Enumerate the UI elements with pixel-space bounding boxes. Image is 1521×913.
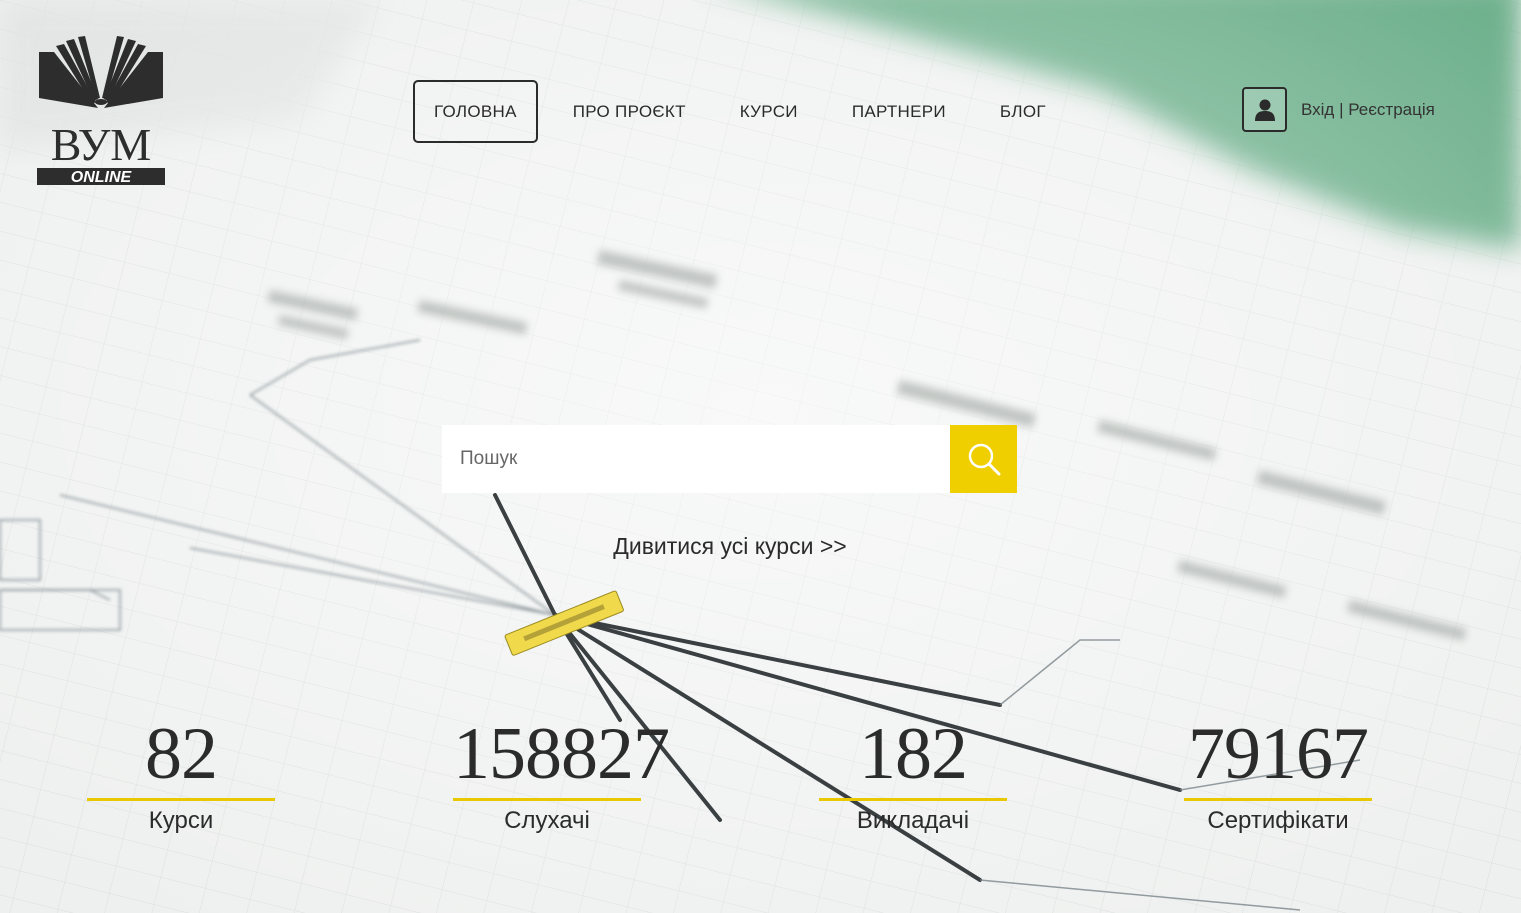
logo-wordmark: ВУМ (51, 119, 151, 170)
stat-value: 158827 (453, 712, 670, 801)
nav-item-partners[interactable]: ПАРТНЕРИ (825, 80, 973, 143)
stat-certificates: 79167 Сертифікати (1184, 712, 1372, 835)
nav-item-blog[interactable]: БЛОГ (973, 80, 1073, 143)
login-register-label[interactable]: Вхід | Реєстрація (1301, 100, 1435, 120)
stat-label: Слухачі (504, 807, 590, 834)
stat-label: Сертифікати (1207, 807, 1349, 834)
stat-value: 82 (87, 712, 275, 801)
nav-item-home[interactable]: ГОЛОВНА (413, 80, 538, 143)
user-icon[interactable] (1242, 87, 1287, 132)
stat-label: Курси (148, 807, 214, 834)
stat-teachers: 182 Викладачі (819, 712, 1007, 835)
stat-courses: 82 Курси (87, 712, 275, 835)
logo-subtext: ONLINE (71, 169, 133, 186)
stat-value: 79167 (1184, 712, 1372, 801)
stat-value: 182 (819, 712, 1007, 801)
course-search (442, 425, 1017, 493)
search-button[interactable] (950, 425, 1017, 493)
stat-listeners: 158827 Слухачі (453, 712, 670, 835)
stat-label: Викладачі (856, 807, 970, 834)
vum-online-logo[interactable]: ВУМ ONLINE (36, 36, 166, 188)
nav-item-courses[interactable]: КУРСИ (713, 80, 825, 143)
nav-item-about[interactable]: ПРО ПРОЄКТ (546, 80, 713, 143)
main-nav: ГОЛОВНА ПРО ПРОЄКТ КУРСИ ПАРТНЕРИ БЛОГ (413, 78, 1073, 145)
view-all-courses-link[interactable]: Дивитися усі курси >> (0, 533, 1460, 560)
search-input[interactable] (442, 425, 950, 493)
login-register-link[interactable]: Вхід | Реєстрація (1242, 87, 1435, 132)
search-icon (968, 443, 1000, 476)
